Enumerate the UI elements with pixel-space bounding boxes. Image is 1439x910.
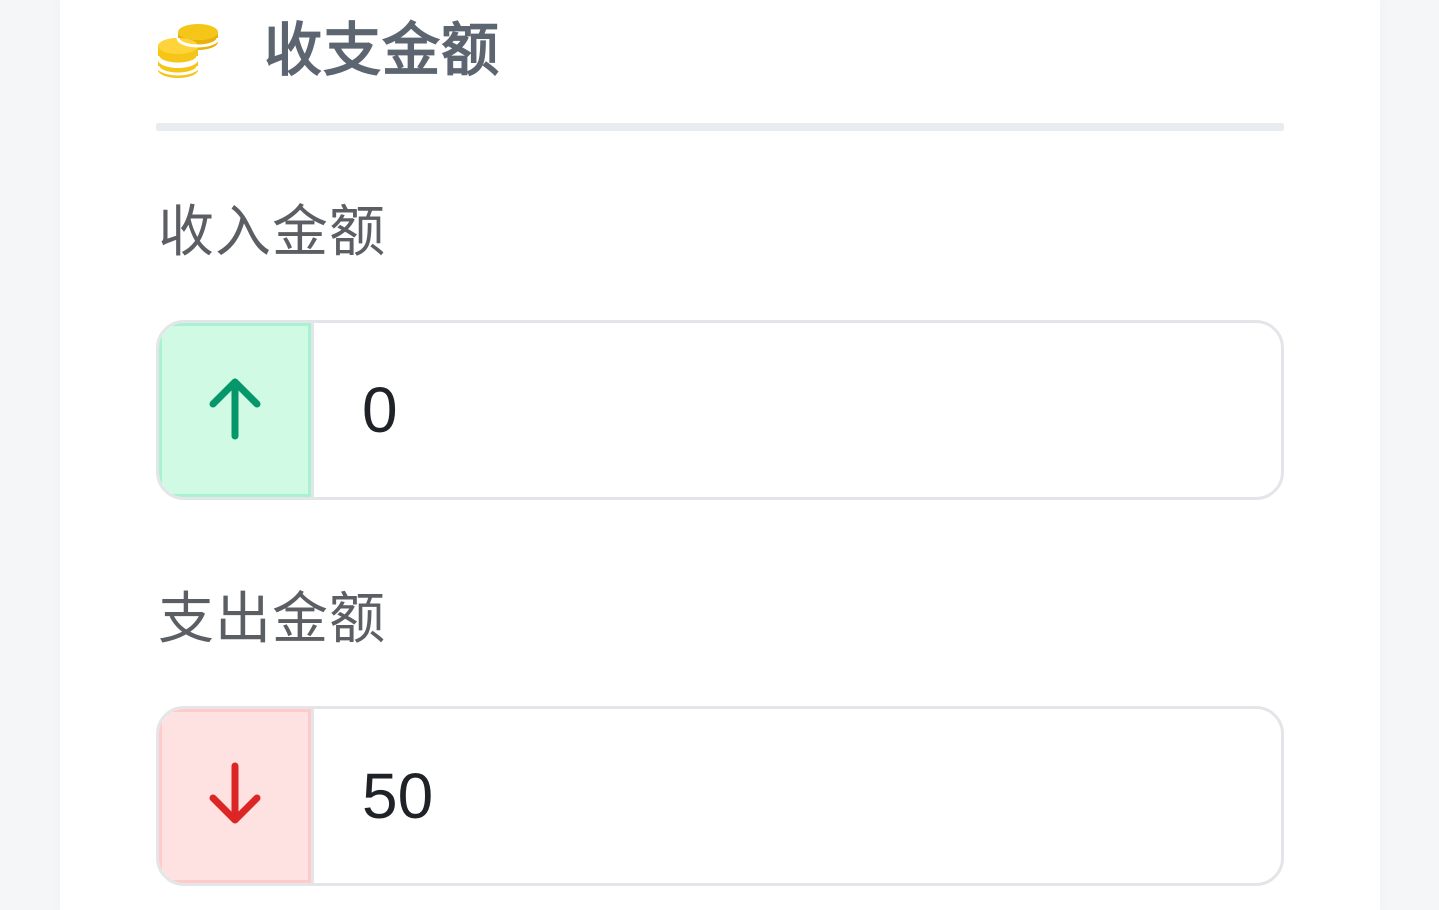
section-title: 收支金额: [264, 16, 501, 84]
expense-amount-label: 支出金额: [158, 587, 386, 652]
section-header: 收支金额: [156, 10, 500, 90]
arrow-down-icon: [203, 758, 267, 834]
arrow-up-icon: [203, 372, 267, 448]
amount-card: 收支金额 收入金额 支出金额: [60, 0, 1380, 910]
income-amount-input[interactable]: [314, 323, 1281, 497]
expense-amount-input[interactable]: [314, 709, 1281, 883]
income-amount-field: [156, 320, 1284, 500]
section-divider: [156, 123, 1284, 131]
expense-amount-field: [156, 706, 1284, 886]
coins-icon: [156, 18, 220, 82]
income-amount-label: 收入金额: [158, 200, 386, 265]
income-addon: [159, 323, 314, 497]
expense-addon: [159, 709, 314, 883]
